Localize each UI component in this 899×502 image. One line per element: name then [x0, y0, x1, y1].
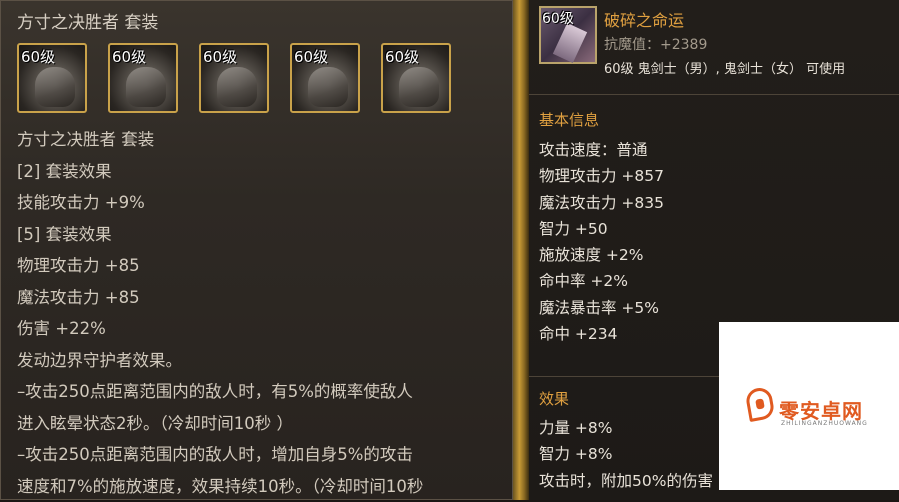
boots-armor-icon — [399, 67, 439, 107]
set-effect-line: –攻击250点距离范围内的敌人时，增加自身5%的攻击 — [17, 439, 423, 471]
effect-line: 攻击时，附加50%的伤害 — [539, 468, 713, 494]
item-level: 60级 — [542, 8, 574, 28]
shoulder-armor-icon — [217, 67, 257, 107]
set-effect-line: 方寸之决胜者 套装 — [17, 124, 423, 156]
set-effect-line: 速度和7%的施放速度，效果持续10秒。（冷却时间10秒 — [17, 471, 423, 502]
set-effect-list: 方寸之决胜者 套装 [2] 套装效果 技能攻击力 +9% [5] 套装效果 物理… — [17, 124, 423, 502]
divider — [529, 94, 899, 95]
set-item-slot[interactable]: 60级 — [290, 43, 360, 113]
set-item-slot[interactable]: 60级 — [199, 43, 269, 113]
item-level: 60级 — [112, 46, 146, 67]
watermark-subtext: ZHILINGANZHUOWANG — [781, 420, 868, 427]
chest-armor-icon — [126, 67, 166, 107]
set-effect-line: 技能攻击力 +9% — [17, 187, 423, 219]
item-slot[interactable]: 60级 — [539, 6, 597, 64]
set-item-slots: 60级 60级 60级 60级 60级 — [17, 43, 451, 113]
set-effect-line: [2] 套装效果 — [17, 156, 423, 188]
stat-line: 魔法攻击力 +835 — [539, 190, 664, 216]
panel-divider — [513, 0, 529, 500]
belt-armor-icon — [308, 67, 348, 107]
set-effect-line: 发动边界守护者效果。 — [17, 345, 423, 377]
set-item-slot[interactable]: 60级 — [17, 43, 87, 113]
broken-blade-icon — [553, 23, 587, 63]
effect-title: 效果 — [539, 388, 569, 409]
stat-line: 命中率 +2% — [539, 268, 664, 294]
effect-line: 智力 +8% — [539, 441, 713, 467]
stat-line: 施放速度 +2% — [539, 242, 664, 268]
set-effect-line: [5] 套装效果 — [17, 219, 423, 251]
set-effect-line: 进入眩晕状态2秒。（冷却时间10秒 ） — [17, 408, 423, 440]
item-level: 60级 — [21, 46, 55, 67]
set-effect-line: 物理攻击力 +85 — [17, 250, 423, 282]
stat-line: 攻击速度：普通 — [539, 137, 664, 163]
set-effect-line: 魔法攻击力 +85 — [17, 282, 423, 314]
stat-line: 物理攻击力 +857 — [539, 163, 664, 189]
item-level: 60级 — [294, 46, 328, 67]
stat-line: 魔法暴击率 +5% — [539, 295, 664, 321]
item-level: 60级 — [203, 46, 237, 67]
stat-line: 命中 +234 — [539, 321, 664, 347]
basic-info-title: 基本信息 — [539, 109, 599, 130]
stat-line: 智力 +50 — [539, 216, 664, 242]
set-item-slot[interactable]: 60级 — [108, 43, 178, 113]
item-resist: 抗魔值：+2389 — [604, 34, 707, 54]
item-name: 破碎之命运 — [604, 7, 684, 31]
item-class-requirement: 60级 鬼剑士（男）, 鬼剑士（女） 可使用 — [604, 58, 845, 77]
set-title: 方寸之决胜者 套装 — [17, 8, 158, 33]
set-effect-line: –攻击250点距离范围内的敌人时，有5%的概率使敌人 — [17, 376, 423, 408]
helmet-armor-icon — [35, 67, 75, 107]
set-item-slot[interactable]: 60级 — [381, 43, 451, 113]
item-level: 60级 — [385, 46, 419, 67]
set-effect-line: 伤害 +22% — [17, 313, 423, 345]
basic-stats-list: 攻击速度：普通 物理攻击力 +857 魔法攻击力 +835 智力 +50 施放速… — [539, 137, 664, 347]
effect-line: 力量 +8% — [539, 415, 713, 441]
effect-list: 力量 +8% 智力 +8% 攻击时，附加50%的伤害 — [539, 415, 713, 494]
